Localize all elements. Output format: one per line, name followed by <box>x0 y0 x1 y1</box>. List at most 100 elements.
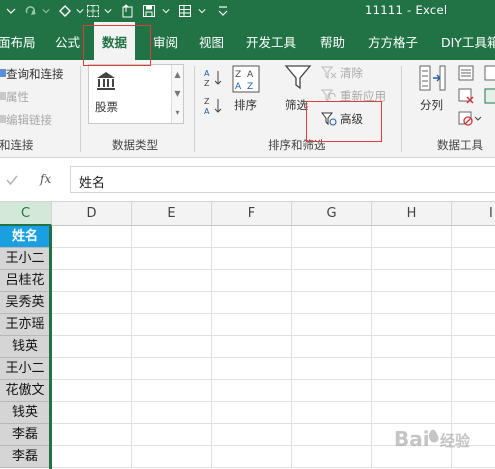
sort-button[interactable]: 排序 <box>234 97 257 113</box>
grid-cell[interactable] <box>452 358 495 380</box>
grid-cell[interactable] <box>132 270 212 292</box>
grid-cell[interactable] <box>372 270 452 292</box>
grid-cell[interactable] <box>292 292 372 314</box>
cell-c-value[interactable]: 吕桂花 <box>0 270 51 292</box>
query-connections-button[interactable]: 查询和连接 <box>6 66 64 82</box>
properties-button[interactable]: 属性 <box>6 89 29 105</box>
clear-button[interactable]: 清除 <box>340 65 363 81</box>
cell-c-value[interactable]: 李磊 <box>0 424 51 446</box>
cell-c-value[interactable]: 钱英 <box>0 336 51 358</box>
grid-cell[interactable] <box>52 336 132 358</box>
grid-cell[interactable] <box>292 358 372 380</box>
export-icon[interactable] <box>118 3 136 19</box>
undo-dropdown-icon[interactable] <box>2 3 20 19</box>
cell-c-header[interactable]: 姓名 <box>0 226 51 248</box>
redo-dropdown-icon[interactable] <box>40 3 52 19</box>
column-header-e[interactable]: E <box>132 202 212 226</box>
grid-cell[interactable] <box>132 314 212 336</box>
grid-cell[interactable] <box>292 446 372 468</box>
grid-cell[interactable] <box>372 358 452 380</box>
grid-cell[interactable] <box>212 292 292 314</box>
column-header-f[interactable]: F <box>212 202 292 226</box>
grid-cell[interactable] <box>132 292 212 314</box>
grid-cell[interactable] <box>52 380 132 402</box>
grid-cell[interactable] <box>212 226 292 248</box>
sort-asc-icon[interactable]: AZ <box>204 68 224 88</box>
grid-cell[interactable] <box>212 270 292 292</box>
grid-cell[interactable] <box>52 424 132 446</box>
grid-cell[interactable] <box>372 380 452 402</box>
text-to-columns-icon[interactable] <box>418 64 446 94</box>
save-icon[interactable] <box>140 3 158 19</box>
insert-function-button[interactable]: fx <box>40 172 51 186</box>
grid-cell[interactable] <box>52 270 132 292</box>
text-to-columns-button[interactable]: 分列 <box>420 97 443 113</box>
grid-cell[interactable] <box>212 314 292 336</box>
tab-view[interactable]: 视图 <box>199 32 224 51</box>
column-header-g[interactable]: G <box>292 202 372 226</box>
advanced-button[interactable]: 高级 <box>340 111 363 127</box>
grid-cell[interactable] <box>132 380 212 402</box>
customize-toolbar-icon[interactable] <box>214 3 232 19</box>
flash-fill-icon[interactable] <box>458 65 474 81</box>
grid-cell[interactable] <box>212 336 292 358</box>
cell-c-value[interactable]: 吴秀英 <box>0 292 51 314</box>
grid-cell[interactable] <box>52 226 132 248</box>
grid-cell[interactable] <box>212 380 292 402</box>
grid-cell[interactable] <box>132 248 212 270</box>
cell-c-value[interactable]: 李磊 <box>0 446 51 468</box>
grid-cell[interactable] <box>372 292 452 314</box>
grid-cell[interactable] <box>292 248 372 270</box>
dropdown-icon[interactable] <box>160 3 172 19</box>
grid-cell[interactable] <box>132 336 212 358</box>
cell-c-value[interactable]: 王亦瑶 <box>0 314 51 336</box>
grid-cell[interactable] <box>372 226 452 248</box>
stock-data-type[interactable]: 股票 <box>95 99 118 115</box>
data-types-gallery[interactable]: 股票 ▲ ▼ ▾ <box>88 64 184 124</box>
format-painter-icon[interactable] <box>56 3 74 19</box>
grid-cell[interactable] <box>452 292 495 314</box>
consolidate-icon[interactable] <box>484 65 495 81</box>
grid-cell[interactable] <box>52 446 132 468</box>
cell-c-value[interactable]: 花傲文 <box>0 380 51 402</box>
column-header-c[interactable]: C <box>0 202 52 226</box>
sort-desc-icon[interactable]: ZA <box>204 96 224 116</box>
grid-cell[interactable] <box>452 248 495 270</box>
grid-cell[interactable] <box>52 402 132 424</box>
grid-cell[interactable] <box>132 446 212 468</box>
column-header-h[interactable]: H <box>372 202 452 226</box>
table-icon[interactable] <box>176 3 194 19</box>
grid-cell[interactable] <box>52 358 132 380</box>
grid-cell[interactable] <box>292 402 372 424</box>
reapply-button[interactable]: 重新应用 <box>340 88 386 104</box>
scroll-up-icon[interactable]: ▲ <box>172 65 183 84</box>
grid-cell[interactable] <box>452 380 495 402</box>
grid-cell[interactable] <box>452 270 495 292</box>
grid-cell[interactable] <box>292 226 372 248</box>
filter-button[interactable]: 筛选 <box>285 97 308 113</box>
grid-cell[interactable] <box>452 226 495 248</box>
grid-cell[interactable] <box>292 314 372 336</box>
tab-formulas[interactable]: 公式 <box>55 32 80 51</box>
dropdown-icon[interactable] <box>102 3 114 19</box>
column-header-d[interactable]: D <box>52 202 132 226</box>
border-icon[interactable] <box>84 3 102 19</box>
sort-icon[interactable]: ZAAZ <box>232 65 260 93</box>
grid-cell[interactable] <box>132 358 212 380</box>
scroll-down-icon[interactable]: ▼ <box>172 84 183 103</box>
tab-fangfang-gezi[interactable]: 方方格子 <box>368 32 418 51</box>
tab-review[interactable]: 审阅 <box>153 32 178 51</box>
grid-cell[interactable] <box>132 226 212 248</box>
dropdown-icon[interactable] <box>196 3 208 19</box>
grid-cell[interactable] <box>212 358 292 380</box>
edit-links-button[interactable]: 编辑链接 <box>6 112 52 128</box>
tab-developer[interactable]: 开发工具 <box>246 32 296 51</box>
grid-cell[interactable] <box>212 248 292 270</box>
grid-cell[interactable] <box>452 336 495 358</box>
data-validation-icon[interactable] <box>458 111 482 127</box>
gallery-more-icon[interactable]: ▾ <box>172 103 183 122</box>
grid-cell[interactable] <box>372 248 452 270</box>
remove-duplicates-icon[interactable] <box>458 88 474 104</box>
redo-icon[interactable] <box>22 3 40 19</box>
formula-input[interactable]: 姓名 <box>70 166 495 193</box>
